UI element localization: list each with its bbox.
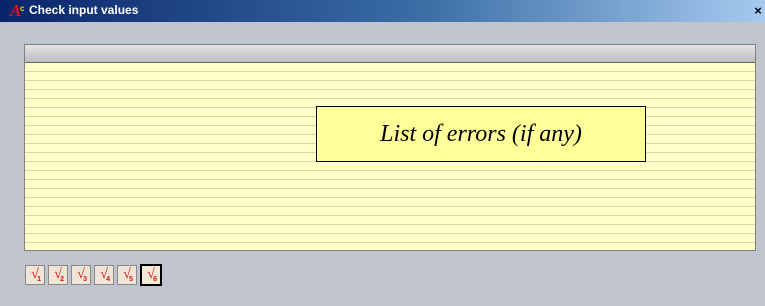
check-number: 3 bbox=[83, 276, 87, 283]
check-button-2[interactable]: √ 2 bbox=[48, 265, 68, 285]
check-button-group: √ 1 √ 2 √ 3 √ 4 √ 5 √ 6 bbox=[25, 264, 162, 287]
list-header bbox=[25, 45, 755, 63]
check-number: 1 bbox=[37, 276, 41, 283]
check-number: 4 bbox=[106, 276, 110, 283]
title-bar: Ac Check input values × bbox=[0, 0, 765, 22]
check-button-5[interactable]: √ 5 bbox=[117, 265, 137, 285]
check-number: 2 bbox=[60, 276, 64, 283]
close-button[interactable]: × bbox=[751, 3, 765, 19]
check-number: 5 bbox=[129, 276, 133, 283]
window-title: Check input values bbox=[29, 3, 139, 17]
check-button-3[interactable]: √ 3 bbox=[71, 265, 91, 285]
check-button-6[interactable]: √ 6 bbox=[140, 264, 162, 286]
check-button-1[interactable]: √ 1 bbox=[25, 265, 45, 285]
error-list-callout: List of errors (if any) bbox=[316, 106, 646, 162]
check-button-4[interactable]: √ 4 bbox=[94, 265, 114, 285]
check-number: 6 bbox=[153, 276, 157, 283]
app-icon: Ac bbox=[10, 1, 25, 20]
